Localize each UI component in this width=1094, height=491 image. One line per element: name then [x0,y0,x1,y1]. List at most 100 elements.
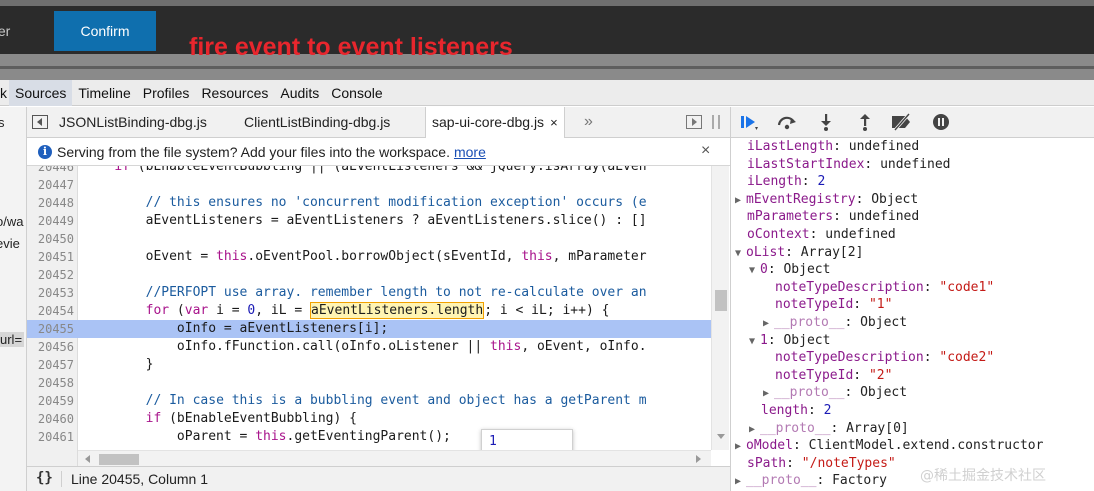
line-number[interactable]: 20450 [27,230,74,248]
expanded-triangle-icon[interactable]: ▼ [735,245,746,262]
step-over-icon[interactable] [775,111,799,133]
collapsed-triangle-icon[interactable]: ▶ [763,385,774,402]
code-line[interactable]: 20456 oInfo.fFunction.call(oInfo.oListen… [27,338,711,356]
line-number[interactable]: 20454 [27,302,74,320]
navigator-item[interactable]: s [0,115,5,130]
scope-row[interactable]: iLastStartIndex: undefined [747,156,951,173]
editor-vertical-scrollbar[interactable] [711,166,729,450]
scope-row[interactable]: noteTypeId: "2" [775,367,892,384]
tab-timeline[interactable]: Timeline [72,80,136,106]
tab-jsonlistbinding[interactable]: JSONListBinding-dbg.js [59,107,207,138]
scope-row[interactable]: ▶ __proto__: Object [763,384,907,401]
scope-row[interactable]: ▶ __proto__: Array[0] [749,420,909,437]
collapsed-triangle-icon[interactable]: ▶ [735,192,746,209]
tab-console[interactable]: Console [325,80,388,106]
scope-row[interactable]: iLastLength: undefined [747,138,919,155]
code-line[interactable]: 20459 // In case this is a bubbling even… [27,392,711,410]
scope-row[interactable]: noteTypeDescription: "code1" [775,279,994,296]
scope-row[interactable]: noteTypeId: "1" [775,296,892,313]
scroll-right-icon[interactable] [696,455,701,463]
scroll-left-icon[interactable] [85,455,90,463]
tab-clientlistbinding[interactable]: ClientListBinding-dbg.js [244,107,390,138]
code-line[interactable]: 20455 oInfo = aEventListeners[i]; [27,320,711,338]
line-number[interactable]: 20448 [27,194,74,212]
toggle-debugger-icon[interactable] [686,115,702,129]
collapsed-triangle-icon[interactable]: ▶ [749,421,760,438]
line-number[interactable]: 20460 [27,410,74,428]
line-number[interactable]: 20456 [27,338,74,356]
code-line[interactable]: 20458 [27,374,711,392]
pause-on-exceptions-icon[interactable] [929,111,953,133]
pane-grip-icon[interactable] [712,115,720,129]
scope-row[interactable]: sPath: "/noteTypes" [747,455,896,472]
pretty-print-icon[interactable]: {} [36,470,53,486]
code-line[interactable]: 20449 aEventListeners = aEventListeners … [27,212,711,230]
editor-horizontal-scrollbar[interactable] [78,450,711,466]
navigator-item[interactable]: o/wa [0,214,23,229]
tab-profiles[interactable]: Profiles [137,80,196,106]
code-line[interactable]: 20452 [27,266,711,284]
navigator-item[interactable]: evie [0,236,20,251]
tab-resources[interactable]: Resources [195,80,274,106]
code-line[interactable]: 20451 oEvent = this.oEventPool.borrowObj… [27,248,711,266]
toggle-navigator-icon[interactable] [32,115,48,129]
code-line[interactable]: 20460 if (bEnableEventBubbling) { [27,410,711,428]
code-line[interactable]: 20461 oParent = this.getEventingParent()… [27,428,711,446]
close-tab-icon[interactable]: × [550,115,558,130]
tab-partial[interactable]: k [0,80,9,106]
scope-row[interactable]: noteTypeDescription: "code2" [775,349,994,366]
confirm-button[interactable]: Confirm [54,11,156,51]
code-line[interactable]: 20447 [27,176,711,194]
hovered-expression[interactable]: aEventListeners.length [310,302,485,319]
tab-sources[interactable]: Sources [9,79,73,106]
line-number[interactable]: 20459 [27,392,74,410]
code-line[interactable]: 20453 //PERFOPT use array. remember leng… [27,284,711,302]
step-into-icon[interactable] [814,111,838,133]
app-partial-label[interactable]: ter [0,23,10,39]
code-line[interactable]: 20454 for (var i = 0, iL = aEventListene… [27,302,711,320]
expanded-triangle-icon[interactable]: ▼ [749,262,760,279]
code-editor[interactable]: 20446 if (bEnableEventBubbling || (aEven… [27,166,711,450]
scope-row[interactable]: ▶ __proto__: Factory [735,472,887,489]
line-number[interactable]: 20461 [27,428,74,446]
more-tabs-icon[interactable]: » [584,107,593,137]
code-line[interactable]: 20448 // this ensures no 'concurrent mod… [27,194,711,212]
line-number[interactable]: 20451 [27,248,74,266]
more-link[interactable]: more [454,144,486,160]
line-number[interactable]: 20446 [27,166,74,176]
scope-row[interactable]: ▶ __proto__: Object [763,314,907,331]
line-number[interactable]: 20458 [27,374,74,392]
navigator-item-selected[interactable]: url= [0,332,24,347]
tab-sap-ui-core[interactable]: sap-ui-core-dbg.js × [425,107,565,138]
code-line[interactable]: 20457 } [27,356,711,374]
expanded-triangle-icon[interactable]: ▼ [749,333,760,350]
scope-row[interactable]: ▼ 1: Object [749,332,830,349]
line-number[interactable]: 20452 [27,266,74,284]
line-number[interactable]: 20453 [27,284,74,302]
collapsed-triangle-icon[interactable]: ▶ [735,473,746,490]
scope-row[interactable]: ▼ 0: Object [749,261,830,278]
close-infobar-icon[interactable]: × [701,142,710,160]
scope-row[interactable]: ▼ oList: Array[2] [735,244,863,261]
step-out-icon[interactable] [853,111,877,133]
code-line[interactable]: 20450 [27,230,711,248]
line-number[interactable]: 20457 [27,356,74,374]
line-number[interactable]: 20449 [27,212,74,230]
line-number[interactable]: 20455 [27,320,74,338]
scroll-down-icon[interactable] [717,434,725,439]
scope-row[interactable]: iLength: 2 [747,173,825,190]
scope-row[interactable]: oContext: undefined [747,226,896,243]
collapsed-triangle-icon[interactable]: ▶ [763,315,774,332]
deactivate-breakpoints-icon[interactable] [890,111,914,133]
tab-audits[interactable]: Audits [274,80,325,106]
scrollbar-thumb[interactable] [99,454,139,465]
code-line[interactable]: 20446 if (bEnableEventBubbling || (aEven… [27,166,711,176]
resume-icon[interactable] [737,111,761,133]
scope-row[interactable]: mParameters: undefined [747,208,919,225]
scrollbar-thumb[interactable] [715,290,727,311]
collapsed-triangle-icon[interactable]: ▶ [735,438,746,455]
scope-row[interactable]: ▶ mEventRegistry: Object [735,191,918,208]
scope-row[interactable]: length: 2 [761,402,831,419]
line-number[interactable]: 20447 [27,176,74,194]
scope-row[interactable]: ▶ oModel: ClientModel.extend.constructor [735,437,1043,454]
